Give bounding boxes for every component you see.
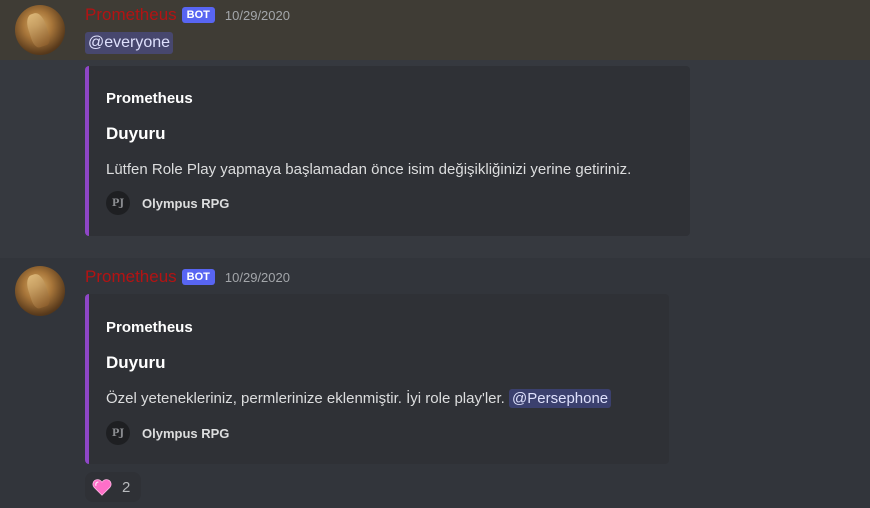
embed-2: Prometheus Duyuru Özel yetenekleriniz, p… [85, 294, 669, 464]
embed-title: Duyuru [106, 353, 166, 372]
embed-description: Özel yetenekleriniz, permlerinize eklenm… [106, 389, 612, 408]
reaction-count: 2 [122, 478, 131, 496]
server-icon: PJ [106, 421, 130, 445]
embed-author[interactable]: Prometheus [106, 319, 193, 336]
message-header: Prometheus BOT 10/29/2020 [85, 266, 290, 288]
timestamp[interactable]: 10/29/2020 [225, 270, 290, 285]
embed-footer: PJ Olympus RPG [106, 421, 229, 445]
embed-1: Prometheus Duyuru Lütfen Role Play yapma… [85, 66, 690, 236]
footer-text: Olympus RPG [142, 425, 230, 441]
message-1: Prometheus BOT 10/29/2020 @everyone [0, 0, 870, 60]
avatar[interactable] [15, 5, 65, 55]
server-icon: PJ [106, 191, 130, 215]
username[interactable]: Prometheus [85, 5, 177, 25]
reaction-heart[interactable]: 2 [85, 472, 141, 502]
embed-author[interactable]: Prometheus [106, 90, 193, 107]
embed-title: Duyuru [106, 124, 166, 143]
username[interactable]: Prometheus [85, 267, 177, 287]
everyone-mention[interactable]: @everyone [85, 32, 174, 54]
embed-description: Lütfen Role Play yapmaya başlamadan önce… [106, 161, 632, 178]
footer-text: Olympus RPG [142, 195, 230, 211]
embed-description-text: Özel yetenekleriniz, permlerinize eklenm… [106, 390, 505, 407]
bot-tag: BOT [181, 269, 215, 285]
bot-tag: BOT [181, 7, 215, 23]
embed-footer: PJ Olympus RPG [106, 191, 229, 215]
avatar[interactable] [15, 266, 65, 316]
timestamp[interactable]: 10/29/2020 [225, 8, 290, 23]
user-mention[interactable]: @Persephone [509, 389, 612, 408]
heart-icon [92, 479, 112, 496]
message-header: Prometheus BOT 10/29/2020 [85, 4, 290, 26]
